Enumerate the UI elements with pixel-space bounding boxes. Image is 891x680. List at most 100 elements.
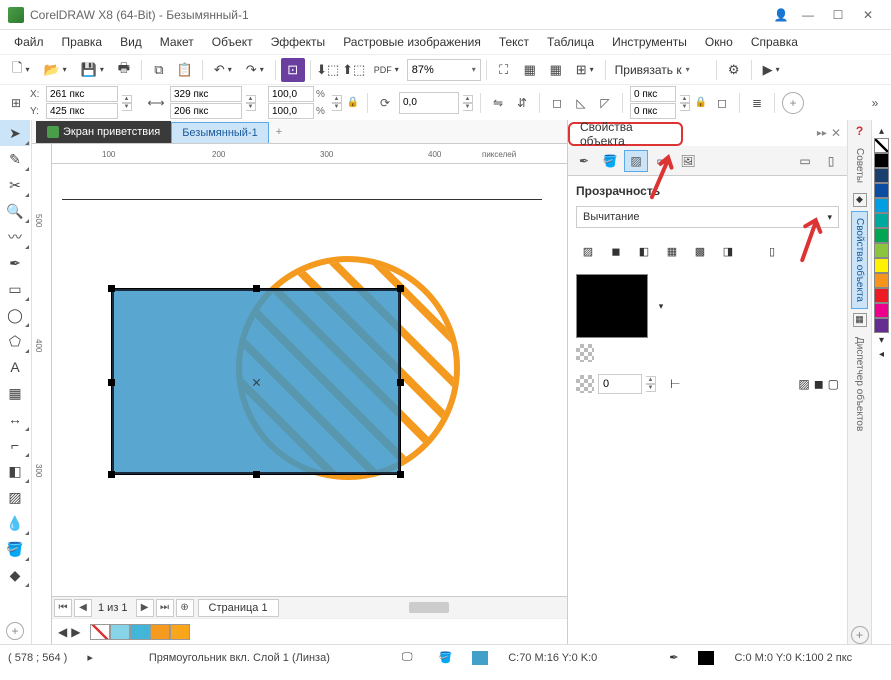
menu-edit[interactable]: Правка bbox=[54, 32, 111, 52]
pattern-transparency-icon[interactable]: ▦ bbox=[660, 240, 684, 262]
fullscreen-button[interactable]: ⛶ bbox=[492, 58, 516, 82]
connector-tool[interactable]: ⌐ bbox=[0, 432, 30, 458]
apply-outline-button[interactable]: ▢ bbox=[828, 377, 839, 391]
apply-all-button[interactable]: ▨ bbox=[798, 377, 809, 391]
color-swatch[interactable] bbox=[874, 288, 889, 303]
lock-ratio-button[interactable]: 🔒 bbox=[346, 89, 360, 117]
table-tool[interactable]: ▦ bbox=[0, 380, 30, 406]
scroll-mode-button[interactable]: ▭ bbox=[793, 150, 817, 172]
open-button[interactable]: 📂▾ bbox=[37, 58, 72, 82]
undo-button[interactable]: ↶▾ bbox=[208, 58, 238, 82]
paste-button[interactable]: 📋 bbox=[173, 58, 197, 82]
vertical-ruler[interactable]: 500 400 300 bbox=[32, 144, 52, 644]
color-swatch[interactable] bbox=[874, 168, 889, 183]
rectangle-tool[interactable]: ▭ bbox=[0, 276, 30, 302]
page-tab[interactable]: Страница 1 bbox=[198, 599, 279, 617]
menu-tools[interactable]: Инструменты bbox=[604, 32, 695, 52]
color-swatch[interactable] bbox=[874, 213, 889, 228]
dimension-tool[interactable]: ↔ bbox=[0, 406, 30, 432]
hints-close-button[interactable]: ? bbox=[856, 124, 863, 138]
first-page-button[interactable]: ⏮ bbox=[54, 599, 72, 617]
smart-fill-tool[interactable]: ◆ bbox=[0, 562, 30, 588]
swatch[interactable] bbox=[170, 624, 190, 640]
quick-customize-button[interactable]: + bbox=[782, 92, 804, 114]
outline-swatch[interactable] bbox=[698, 651, 714, 665]
polygon-tool[interactable]: ⬠ bbox=[0, 328, 30, 354]
opacity-input[interactable] bbox=[598, 374, 642, 394]
color-swatch[interactable] bbox=[874, 273, 889, 288]
swatch[interactable] bbox=[130, 624, 150, 640]
guides-button[interactable]: ⊞▾ bbox=[570, 58, 600, 82]
menu-view[interactable]: Вид bbox=[112, 32, 150, 52]
apply-fill-button[interactable]: ◼ bbox=[814, 377, 824, 391]
height-input[interactable] bbox=[170, 103, 242, 119]
swatch[interactable] bbox=[110, 624, 130, 640]
color-swatch[interactable] bbox=[874, 228, 889, 243]
texture-transparency-icon[interactable]: ◨ bbox=[716, 240, 740, 262]
prev-page-button[interactable]: ◀ bbox=[74, 599, 92, 617]
panel-collapse-button[interactable]: ▸▸ bbox=[817, 128, 831, 139]
import-button[interactable]: ⬇⬚ bbox=[316, 58, 340, 82]
corner-chamfer-button[interactable]: ◸ bbox=[595, 93, 615, 113]
corner-lock-button[interactable]: 🔒 bbox=[694, 89, 708, 117]
rectangle-object[interactable] bbox=[112, 289, 400, 474]
no-transparency-icon[interactable]: ▨ bbox=[576, 240, 600, 262]
menu-bitmaps[interactable]: Растровые изображения bbox=[335, 32, 489, 52]
rotation-input[interactable] bbox=[399, 92, 459, 114]
pos-y-input[interactable] bbox=[46, 103, 118, 119]
redo-button[interactable]: ↷▾ bbox=[240, 58, 270, 82]
launch-button[interactable]: ▶▾ bbox=[757, 58, 786, 82]
no-color-swatch[interactable] bbox=[90, 624, 110, 640]
freehand-tool[interactable]: 〰 bbox=[0, 224, 30, 250]
minimize-button[interactable]: — bbox=[793, 3, 823, 27]
tab-welcome[interactable]: Экран приветствия bbox=[36, 121, 171, 143]
drop-shadow-tool[interactable]: ◧ bbox=[0, 458, 30, 484]
fountain-transparency-icon[interactable]: ◧ bbox=[632, 240, 656, 262]
color-swatch[interactable] bbox=[874, 198, 889, 213]
outline-indicator-icon[interactable]: ✒ bbox=[669, 651, 678, 664]
pos-x-input[interactable] bbox=[46, 86, 118, 102]
add-page-button[interactable]: ⊕ bbox=[176, 599, 194, 617]
transparency-preview[interactable] bbox=[576, 274, 648, 338]
close-button[interactable]: ✕ bbox=[853, 3, 883, 27]
zoom-tool[interactable]: 🔍 bbox=[0, 198, 30, 224]
mirror-v-button[interactable]: ⇵ bbox=[512, 93, 532, 113]
zoom-input[interactable] bbox=[412, 64, 468, 76]
menu-effects[interactable]: Эффекты bbox=[263, 32, 334, 52]
transparency-picker-button[interactable]: ▾ bbox=[654, 274, 668, 338]
wrap-text-button[interactable]: ≣ bbox=[747, 93, 767, 113]
scale-y-input[interactable] bbox=[268, 103, 314, 119]
menu-object[interactable]: Объект bbox=[204, 32, 261, 52]
save-button[interactable]: 💾▾ bbox=[75, 58, 110, 82]
palette-down-button[interactable]: ▾ bbox=[874, 333, 889, 347]
menu-window[interactable]: Окно bbox=[697, 32, 741, 52]
palette-up-button[interactable]: ▴ bbox=[874, 124, 889, 138]
outline-tab-icon[interactable]: ✒ bbox=[572, 150, 596, 172]
color-swatch[interactable] bbox=[874, 258, 889, 273]
corner-scallop-button[interactable]: ◺ bbox=[571, 93, 591, 113]
rulers-button[interactable]: ▦ bbox=[518, 58, 542, 82]
last-page-button[interactable]: ⏭ bbox=[156, 599, 174, 617]
ellipse-tool[interactable]: ◯ bbox=[0, 302, 30, 328]
docker-tab-object-manager[interactable]: Диспетчер объектов bbox=[852, 331, 867, 437]
color-swatch[interactable] bbox=[874, 183, 889, 198]
menu-file[interactable]: Файл bbox=[6, 32, 52, 52]
mirror-h-button[interactable]: ⇋ bbox=[488, 93, 508, 113]
interactive-fill-tool[interactable]: 🪣 bbox=[0, 536, 30, 562]
maximize-button[interactable]: ☐ bbox=[823, 3, 853, 27]
options-button[interactable]: ⚙ bbox=[722, 58, 746, 82]
expand-propbar-button[interactable]: » bbox=[865, 93, 885, 113]
quick-customize-toolbox[interactable]: + bbox=[0, 618, 30, 644]
fill-swatch[interactable] bbox=[472, 651, 488, 665]
swatch[interactable] bbox=[150, 624, 170, 640]
hint-prev[interactable]: ◀ bbox=[58, 625, 67, 639]
docker-tab-hints[interactable]: Советы bbox=[852, 142, 867, 189]
artistic-media-tool[interactable]: ✒ bbox=[0, 250, 30, 276]
search-content-button[interactable]: ⊡ bbox=[281, 58, 305, 82]
uniform-transparency-icon[interactable]: ◼ bbox=[604, 240, 628, 262]
menu-layout[interactable]: Макет bbox=[152, 32, 202, 52]
docker-tab-object-properties[interactable]: Свойства объекта bbox=[851, 211, 868, 309]
new-button[interactable]: 🗋▾ bbox=[6, 58, 35, 82]
menu-table[interactable]: Таблица bbox=[539, 32, 602, 52]
tab-add[interactable]: + bbox=[269, 121, 289, 143]
